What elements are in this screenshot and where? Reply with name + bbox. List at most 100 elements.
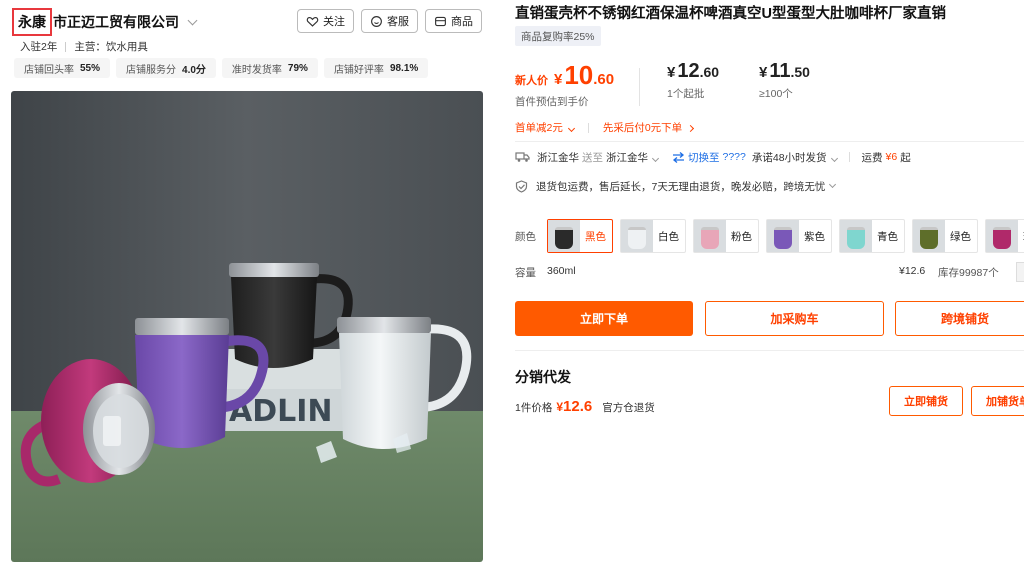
shop-name[interactable]: 永康 市正迈工贸有限公司 xyxy=(12,8,198,36)
product-photo: ADLIN xyxy=(11,91,483,562)
stat-label: 店铺好评率 xyxy=(333,64,384,76)
chevron-down-icon xyxy=(651,154,660,162)
price-integer: 10 xyxy=(564,60,594,90)
color-selector: 颜色 黑色 白色 粉色 紫色 青色 绿色 xyxy=(515,219,1024,253)
color-option-black[interactable]: 黑色 xyxy=(547,219,613,253)
add-to-cart-button[interactable]: 加采购车 xyxy=(705,301,884,336)
mug-thumbnail xyxy=(628,227,646,249)
divider xyxy=(65,41,67,52)
price-section: 新人价 ¥ 10 .60 首件预估到手价 ¥ 12 .60 1个起批 ¥ 11 … xyxy=(515,60,1024,114)
capacity-price: ¥12.6 xyxy=(899,265,926,277)
swatch-thumbnail xyxy=(767,220,799,252)
cross-border-list-button[interactable]: 跨境铺货 xyxy=(895,301,1024,336)
first-order-discount[interactable]: 首单减2元 xyxy=(515,120,575,135)
fee-value: ¥6 xyxy=(885,151,898,163)
shop-main-business: 主营：饮水用具 xyxy=(74,41,148,53)
switch-value: ???? xyxy=(722,151,746,163)
ship-to-select[interactable]: 浙江金华 xyxy=(606,150,660,165)
buy-now-button[interactable]: 立即下单 xyxy=(515,301,693,336)
list-now-button[interactable]: 立即铺货 xyxy=(889,386,963,416)
shop-stats: 店铺回头率 55% 店铺服务分 4.0分 准时发货率 79% 店铺好评率 98.1% xyxy=(14,58,429,78)
swatch-thumbnail xyxy=(694,220,726,252)
color-options: 黑色 白色 粉色 紫色 青色 绿色 xyxy=(547,219,1024,253)
divider xyxy=(848,152,850,162)
ship-to-label: 送至 xyxy=(582,151,603,164)
chevron-down-icon xyxy=(567,124,575,133)
shipping-row: 浙江金华 送至 浙江金华 切换至 ???? 承诺48小时发货 运费 ¥6 起 xyxy=(515,148,911,166)
currency-symbol: ¥ xyxy=(667,64,676,81)
pay-later-label: 先采后付0元下单 xyxy=(602,122,683,134)
color-name: 粉色 xyxy=(731,230,752,243)
shop-name-highlight: 永康 xyxy=(12,8,52,36)
price-decimal: .60 xyxy=(593,71,615,88)
mug-thumbnail xyxy=(847,227,865,249)
chevron-down-icon xyxy=(829,180,837,189)
shop-name-text: 市正迈工贸有限公司 xyxy=(53,14,179,30)
service-guarantees[interactable]: 退货包运费，售后延长，7天无理由退货，晚发必赔，跨境无忧 xyxy=(515,177,837,195)
swatch-thumbnail xyxy=(548,220,580,252)
tier-1-min: 1个起批 xyxy=(667,88,705,100)
quantity-stepper[interactable] xyxy=(1016,262,1024,282)
pay-later-link[interactable]: 先采后付0元下单 xyxy=(602,120,695,135)
color-option-rose[interactable]: 玫红 xyxy=(985,219,1024,253)
divider xyxy=(587,122,589,133)
color-name: 黑色 xyxy=(585,230,606,243)
goods-label: 商品 xyxy=(451,16,473,28)
mug-thumbnail xyxy=(920,227,938,249)
mug-thumbnail xyxy=(555,227,573,249)
product-main-image[interactable]: ADLIN xyxy=(11,91,483,562)
customer-service-button[interactable]: 客服 xyxy=(361,9,418,33)
chevron-down-icon[interactable] xyxy=(187,15,198,25)
color-option-white[interactable]: 白色 xyxy=(620,219,686,253)
stat-value: 4.0分 xyxy=(182,64,206,76)
swatch-thumbnail xyxy=(913,220,945,252)
color-label: 颜色 xyxy=(515,231,536,243)
stat-service-score: 店铺服务分 4.0分 xyxy=(116,58,216,78)
stat-label: 店铺回头率 xyxy=(24,64,74,76)
mug-thumbnail xyxy=(774,227,792,249)
stat-value: 79% xyxy=(287,62,308,74)
shop-actions: 关注 客服 商品 xyxy=(297,9,482,33)
follow-label: 关注 xyxy=(323,16,345,28)
chevron-down-icon xyxy=(830,154,838,162)
promise-label: 承诺48小时发货 xyxy=(751,151,827,164)
capacity-label: 容量 xyxy=(515,267,536,279)
new-user-label: 新人价 xyxy=(515,75,548,87)
stock-count: 库存99987个 xyxy=(938,267,999,279)
distribution-title: 分销代发 xyxy=(515,369,571,385)
price-integer: 12 xyxy=(677,60,700,82)
mug-thumbnail xyxy=(993,227,1011,249)
color-option-pink[interactable]: 粉色 xyxy=(693,219,759,253)
stat-label: 准时发货率 xyxy=(231,64,282,76)
dist-price-value: 12.6 xyxy=(563,398,593,415)
switch-region-button[interactable]: 切换至 ???? xyxy=(672,150,746,165)
swatch-thumbnail xyxy=(840,220,872,252)
new-user-price: 新人价 ¥ 10 .60 首件预估到手价 xyxy=(515,60,614,109)
action-buttons: 立即下单 加采购车 跨境铺货 xyxy=(515,301,1024,336)
color-option-green[interactable]: 绿色 xyxy=(912,219,978,253)
swap-arrows-icon xyxy=(672,151,685,163)
truck-icon xyxy=(515,152,530,162)
delivery-promise[interactable]: 承诺48小时发货 xyxy=(751,150,838,165)
follow-button[interactable]: 关注 xyxy=(297,9,354,33)
product-info-panel: 直销蛋壳杯不锈钢红酒保温杯啤酒真空U型蛋型大肚咖啡杯厂家直销 商品复购率25% … xyxy=(515,0,1024,566)
add-to-list-button[interactable]: 加铺货单 xyxy=(971,386,1024,416)
store-icon xyxy=(435,16,446,26)
stat-label: 店铺服务分 xyxy=(126,64,177,76)
stat-ontime: 准时发货率 79% xyxy=(221,58,318,78)
switch-label: 切换至 xyxy=(688,151,720,164)
shield-check-icon xyxy=(515,179,528,193)
goods-button[interactable]: 商品 xyxy=(425,9,482,33)
tier-2-min: ≥100个 xyxy=(759,88,793,100)
color-option-cyan[interactable]: 青色 xyxy=(839,219,905,253)
ship-to: 浙江金华 xyxy=(606,151,648,164)
mug-thumbnail xyxy=(701,227,719,249)
shop-years: 入驻2年 xyxy=(20,41,58,53)
stat-repurchase: 店铺回头率 55% xyxy=(14,58,111,78)
tier-price-2-value: ¥ 11 .50 xyxy=(759,60,810,83)
fee-suffix: 起 xyxy=(900,151,911,164)
color-option-purple[interactable]: 紫色 xyxy=(766,219,832,253)
discount-label: 首单减2元 xyxy=(515,122,563,134)
divider xyxy=(515,350,1024,351)
capacity-row: 容量 360ml ¥12.6 库存99987个 xyxy=(515,262,1024,282)
